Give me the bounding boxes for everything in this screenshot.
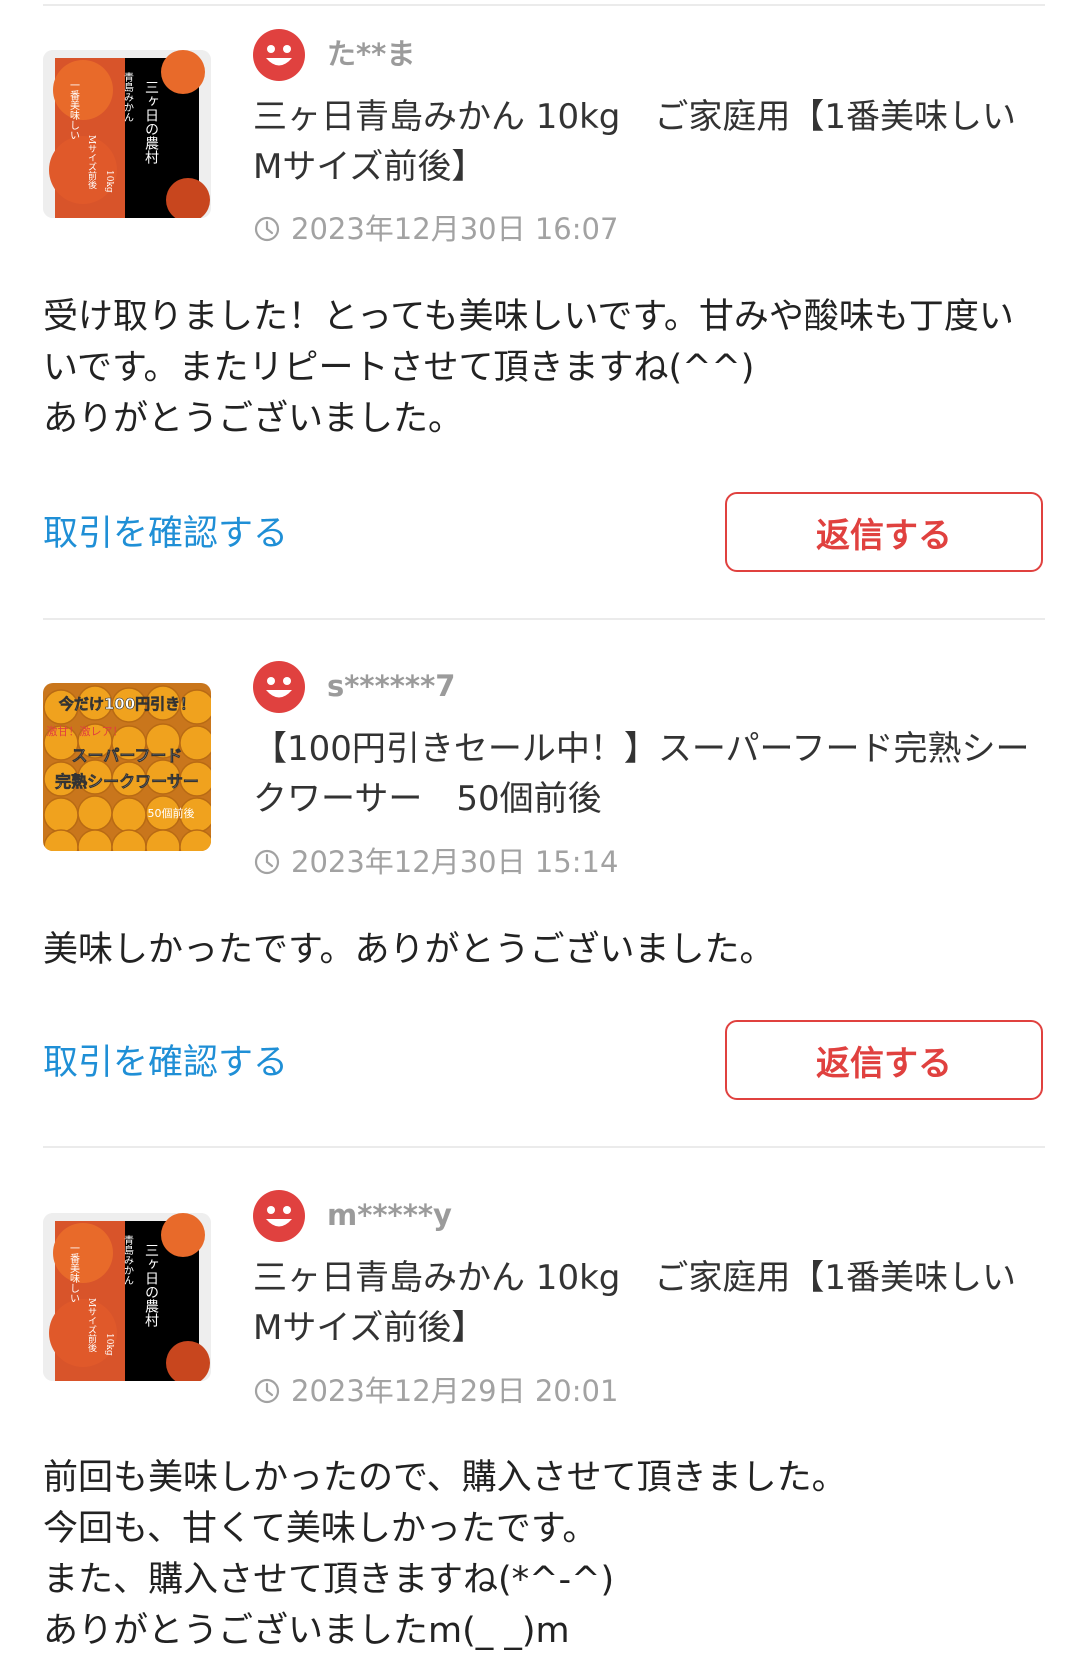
product-thumbnail-mikan[interactable]: 三ヶ日の農村 青島みかん 一番美味しい Mサイズ前後 10kg: [43, 1213, 211, 1381]
review-timestamp: 2023年12月29日 20:01: [253, 1371, 618, 1411]
review-comment: 美味しかったです。ありがとうございました。: [43, 930, 775, 970]
item-title[interactable]: 三ヶ日青島みかん 10kg ご家庭用【1番美味しいMサイズ前後】: [253, 1253, 1043, 1353]
thumb-text: 青島みかん: [122, 71, 134, 122]
review-comment: 受け取りました！とっても美味しいです。甘みや酸味も丁度いいです。またリピートさせ…: [43, 297, 1014, 439]
review-divider: [43, 1146, 1045, 1148]
username: s******7: [327, 669, 456, 703]
thumb-text: 10kg: [104, 1333, 114, 1356]
confirm-transaction-link[interactable]: 取引を確認する: [43, 1038, 288, 1088]
shikuwasa-product-image: 今だけ100円引き！ 激甘！激レア！ スーパーフード 完熟シークワーサー 50個…: [43, 683, 211, 851]
user-avatar-icon[interactable]: [253, 661, 305, 713]
top-divider: [43, 4, 1045, 6]
confirm-transaction-link[interactable]: 取引を確認する: [43, 509, 288, 559]
review-timestamp: 2023年12月30日 16:07: [253, 209, 618, 249]
username: た**ま: [327, 37, 416, 71]
thumb-text: 三ヶ日の農村: [143, 80, 159, 164]
product-thumbnail-mikan[interactable]: 三ヶ日の農村 青島みかん 一番美味しい Mサイズ前後 10kg: [43, 50, 211, 218]
thumb-text: 今だけ100円引き！: [58, 695, 195, 713]
thumb-text: 激甘！激レア！: [47, 724, 124, 738]
timestamp-text: 2023年12月29日 20:01: [291, 1374, 619, 1408]
thumb-text: Mサイズ前後: [86, 135, 97, 189]
thumb-text: 青島みかん: [122, 1234, 134, 1285]
review-timestamp: 2023年12月30日 15:14: [253, 842, 618, 882]
thumb-text: 一番美味しい: [68, 80, 80, 140]
clock-icon: [253, 215, 281, 243]
reply-button[interactable]: 返信する: [725, 1020, 1043, 1100]
mikan-product-image: 三ヶ日の農村 青島みかん 一番美味しい Mサイズ前後 10kg: [43, 1213, 211, 1381]
clock-icon: [253, 1377, 281, 1405]
review-divider: [43, 618, 1045, 620]
thumb-text: 三ヶ日の農村: [143, 1243, 159, 1327]
username: m*****y: [327, 1198, 452, 1232]
review-comment: 前回も美味しかったので、購入させて頂きました。 今回も、甘くて美味しかったです。…: [43, 1458, 847, 1651]
thumb-text: 一番美味しい: [68, 1243, 80, 1303]
user-avatar-icon[interactable]: [253, 29, 305, 81]
thumb-text: Mサイズ前後: [86, 1298, 97, 1352]
thumb-text: スーパーフード: [72, 746, 183, 765]
user-avatar-icon[interactable]: [253, 1190, 305, 1242]
item-title[interactable]: 三ヶ日青島みかん 10kg ご家庭用【1番美味しいMサイズ前後】: [253, 92, 1043, 192]
mikan-product-image: 三ヶ日の農村 青島みかん 一番美味しい Mサイズ前後 10kg: [43, 50, 211, 218]
timestamp-text: 2023年12月30日 15:14: [291, 845, 619, 879]
clock-icon: [253, 848, 281, 876]
product-thumbnail-shikuwasa[interactable]: 今だけ100円引き！ 激甘！激レア！ スーパーフード 完熟シークワーサー 50個…: [43, 683, 211, 851]
item-title[interactable]: 【100円引きセール中！】スーパーフード完熟シークワーサー 50個前後: [253, 724, 1043, 824]
thumb-text: 50個前後: [148, 806, 195, 820]
timestamp-text: 2023年12月30日 16:07: [291, 212, 619, 246]
reply-button[interactable]: 返信する: [725, 492, 1043, 572]
thumb-text: 10kg: [104, 170, 114, 193]
thumb-text: 完熟シークワーサー: [55, 772, 199, 791]
